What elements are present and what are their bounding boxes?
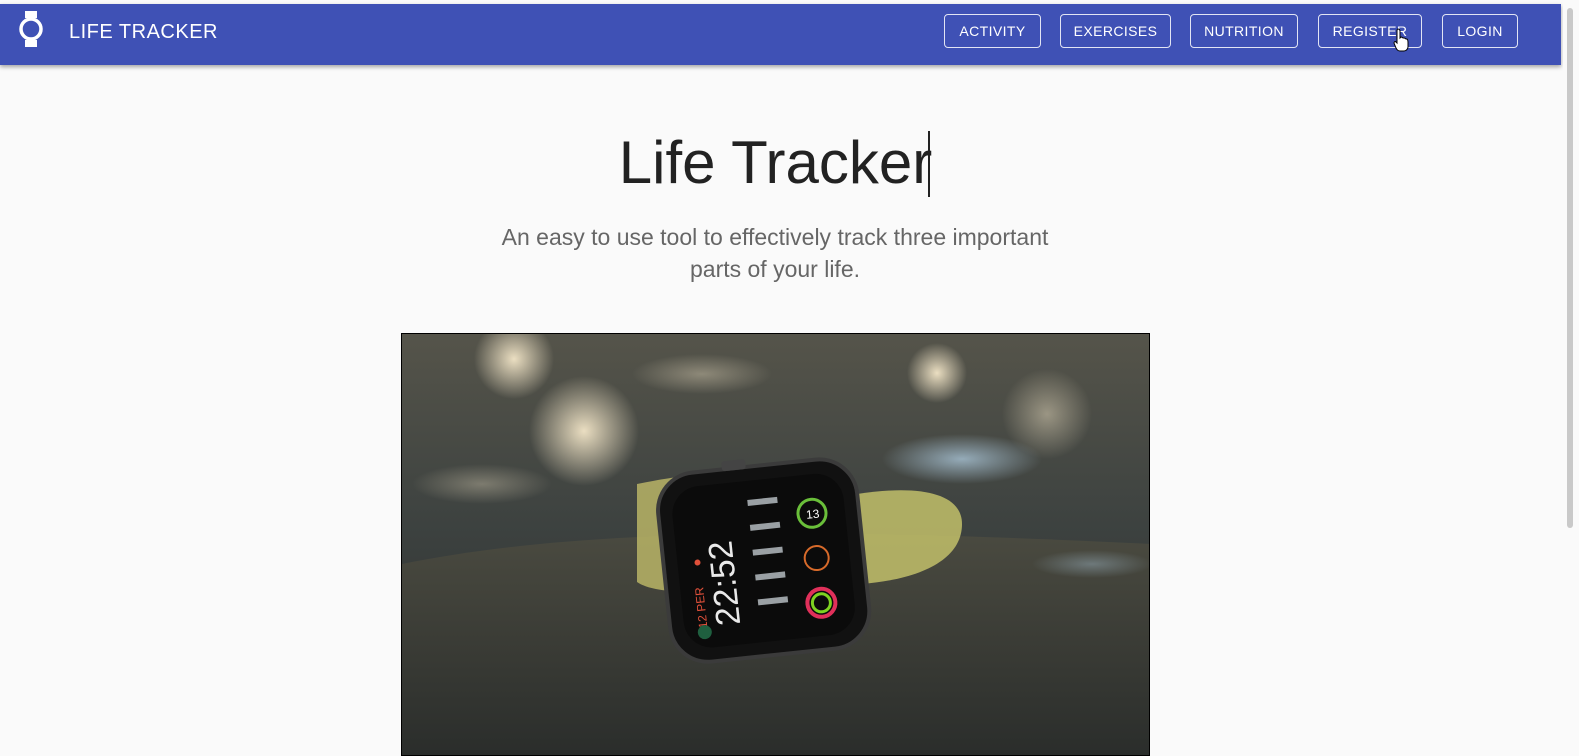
navbar: LIFE TRACKER ACTIVITY EXERCISES NUTRITIO… [0,4,1561,65]
hero-title: Life Tracker [618,129,933,196]
watch-icon[interactable] [19,11,43,47]
nav-nutrition-button[interactable]: NUTRITION [1190,14,1298,48]
nav-login-button[interactable]: LOGIN [1442,14,1518,48]
watch-ring-value: 13 [805,507,820,522]
brand-name[interactable]: LIFE TRACKER [69,21,218,44]
nav-activity-button[interactable]: ACTIVITY [944,14,1041,48]
hero-image: 22:52 12 PER 13 [401,333,1150,756]
hand-cursor-icon [1393,28,1409,52]
page-scrollbar[interactable] [1563,0,1579,756]
nav-exercises-button[interactable]: EXERCISES [1060,14,1171,48]
hero-subtitle: An easy to use tool to effectively track… [501,224,1049,282]
text-caret [928,131,930,197]
scrollbar-thumb[interactable] [1567,8,1573,528]
smartwatch-photo: 22:52 12 PER 13 [402,334,1149,755]
